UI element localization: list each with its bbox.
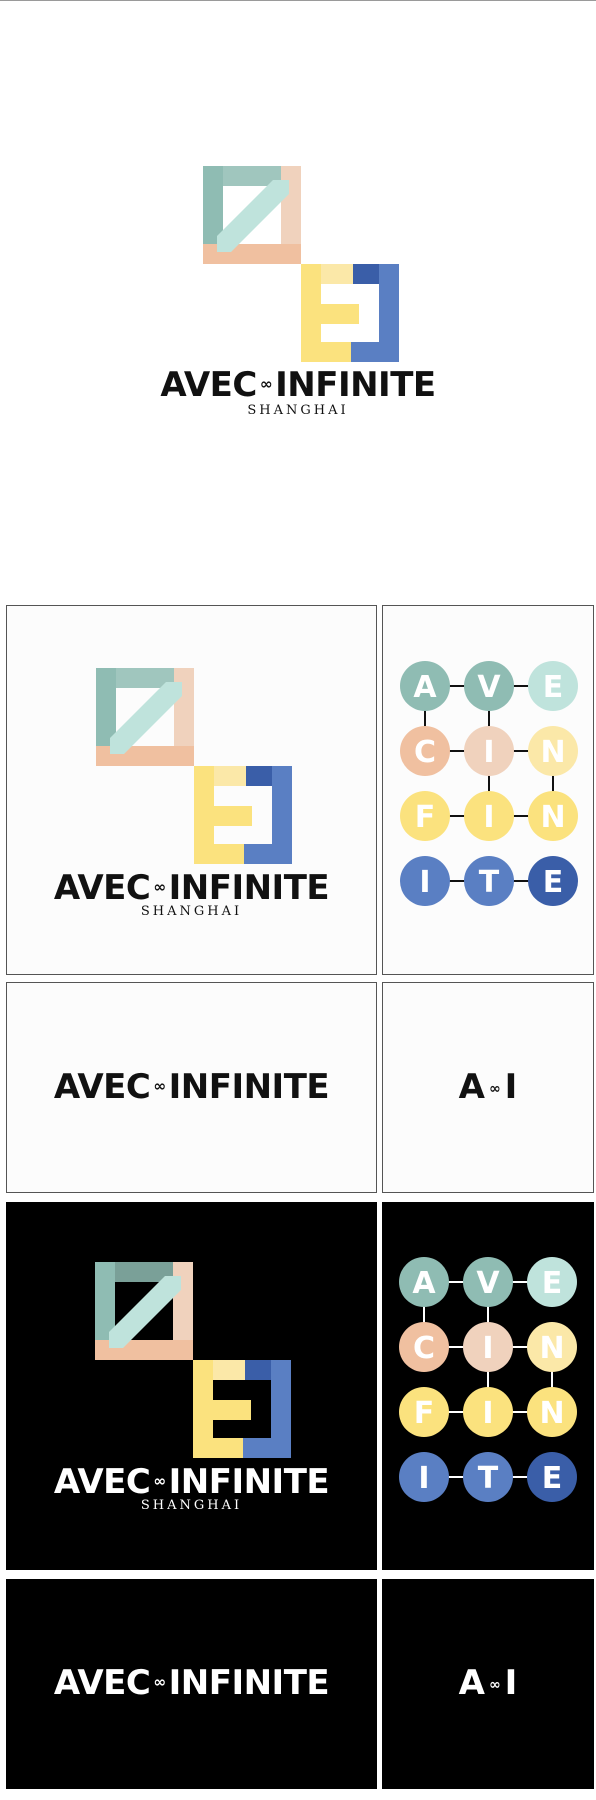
grid-letter: N xyxy=(539,1396,564,1431)
grid-letter: E xyxy=(542,1266,563,1301)
letter-grid-icon: A V EC I NF I NI T E xyxy=(400,661,578,906)
grid-letter: I xyxy=(419,865,430,900)
grid-letter: I xyxy=(483,735,494,770)
infinity-link-icon: ∞ xyxy=(259,375,273,394)
grid-letter: N xyxy=(539,1331,564,1366)
brand-wordmark: AVEC ∞INFINITE xyxy=(7,868,376,908)
dark-letter-grid-panel: AVECINFINITE xyxy=(382,1202,594,1570)
logo-bar xyxy=(214,806,252,826)
grid-letter: A xyxy=(413,670,437,705)
wordmark-right: INFINITE xyxy=(168,1067,330,1107)
grid-letter: C xyxy=(414,735,436,770)
monogram-right: I xyxy=(504,1067,518,1107)
infinity-link-icon: ∞ xyxy=(153,878,166,897)
grid-letter: I xyxy=(482,1331,493,1366)
logo-bar xyxy=(321,304,359,324)
infinity-link-icon: ∞ xyxy=(153,1077,166,1096)
hero-logo-panel: AVEC ∞INFINITE SHANGHAI xyxy=(0,1,596,591)
light-wordmark-panel: AVEC ∞INFINITE xyxy=(6,982,377,1193)
wordmark-right: INFINITE xyxy=(168,1663,330,1703)
grid-letter: I xyxy=(483,800,494,835)
brand-location: SHANGHAI xyxy=(140,904,243,919)
brand-location: SHANGHAI xyxy=(140,1498,243,1513)
dark-monogram-panel: A ∞ I xyxy=(382,1579,594,1789)
logo-bar xyxy=(244,844,292,864)
light-logo-panel: AVEC ∞INFINITE SHANGHAI xyxy=(6,605,377,975)
wordmark-left: AVEC xyxy=(53,868,151,908)
monogram-left: A xyxy=(458,1067,485,1107)
grid-letter: T xyxy=(479,865,500,900)
grid-letter: A xyxy=(412,1266,436,1301)
infinity-link-icon: ∞ xyxy=(489,1080,501,1097)
infinity-link-icon: ∞ xyxy=(153,1472,166,1491)
infinity-link-icon: ∞ xyxy=(489,1676,501,1693)
logo-bar xyxy=(301,342,351,362)
logo-mark-icon xyxy=(203,166,399,362)
logo-mark-icon xyxy=(96,668,292,864)
logo-bar xyxy=(243,1438,291,1458)
grid-letter: N xyxy=(540,735,565,770)
wordmark-right: INFINITE xyxy=(168,1462,330,1502)
grid-letter: C xyxy=(413,1331,435,1366)
grid-letter: I xyxy=(482,1396,493,1431)
infinity-link-icon: ∞ xyxy=(153,1673,166,1692)
grid-letter: I xyxy=(418,1461,429,1496)
wordmark-left: AVEC xyxy=(160,365,257,405)
grid-letter: E xyxy=(543,865,564,900)
grid-letter: F xyxy=(415,800,436,835)
logo-bar xyxy=(217,180,289,252)
dark-logo-panel: AVEC ∞INFINITE SHANGHAI xyxy=(6,1202,377,1570)
letter-grid-icon: A V EC I NF I NI T E xyxy=(399,1257,577,1502)
grid-letter: T xyxy=(478,1461,499,1496)
logo-bar xyxy=(194,844,244,864)
grid-letter: F xyxy=(414,1396,435,1431)
brand-wordmark: AVEC ∞INFINITE xyxy=(0,365,596,405)
grid-letter: E xyxy=(542,1461,563,1496)
grid-letter: V xyxy=(476,1266,500,1301)
wordmark-left: AVEC xyxy=(53,1663,151,1703)
grid-letter: V xyxy=(477,670,501,705)
brand-wordmark: AVEC ∞INFINITE xyxy=(7,1067,376,1107)
brand-location: SHANGHAI xyxy=(247,403,349,418)
wordmark-right: INFINITE xyxy=(168,868,330,908)
logo-bar xyxy=(110,682,182,754)
brand-wordmark: AVEC ∞INFINITE xyxy=(6,1663,377,1703)
dark-wordmark-panel: AVEC ∞INFINITE xyxy=(6,1579,377,1789)
logo-bar xyxy=(193,1438,243,1458)
brand-monogram: A ∞ I xyxy=(382,1663,594,1703)
wordmark-right: INFINITE xyxy=(275,365,436,405)
brand-monogram: A ∞ I xyxy=(383,1067,593,1107)
grid-letter: N xyxy=(540,800,565,835)
monogram-left: A xyxy=(458,1663,485,1703)
monogram-right: I xyxy=(504,1663,518,1703)
light-letter-grid-panel: AVECINFINITE xyxy=(382,605,594,975)
brand-wordmark: AVEC ∞INFINITE xyxy=(6,1462,377,1502)
logo-bar xyxy=(213,1400,251,1420)
wordmark-left: AVEC xyxy=(53,1462,151,1502)
wordmark-left: AVEC xyxy=(53,1067,151,1107)
light-monogram-panel: A ∞ I xyxy=(382,982,594,1193)
logo-bar xyxy=(351,342,399,362)
grid-letter: E xyxy=(543,670,564,705)
logo-mark-icon xyxy=(95,1262,291,1458)
